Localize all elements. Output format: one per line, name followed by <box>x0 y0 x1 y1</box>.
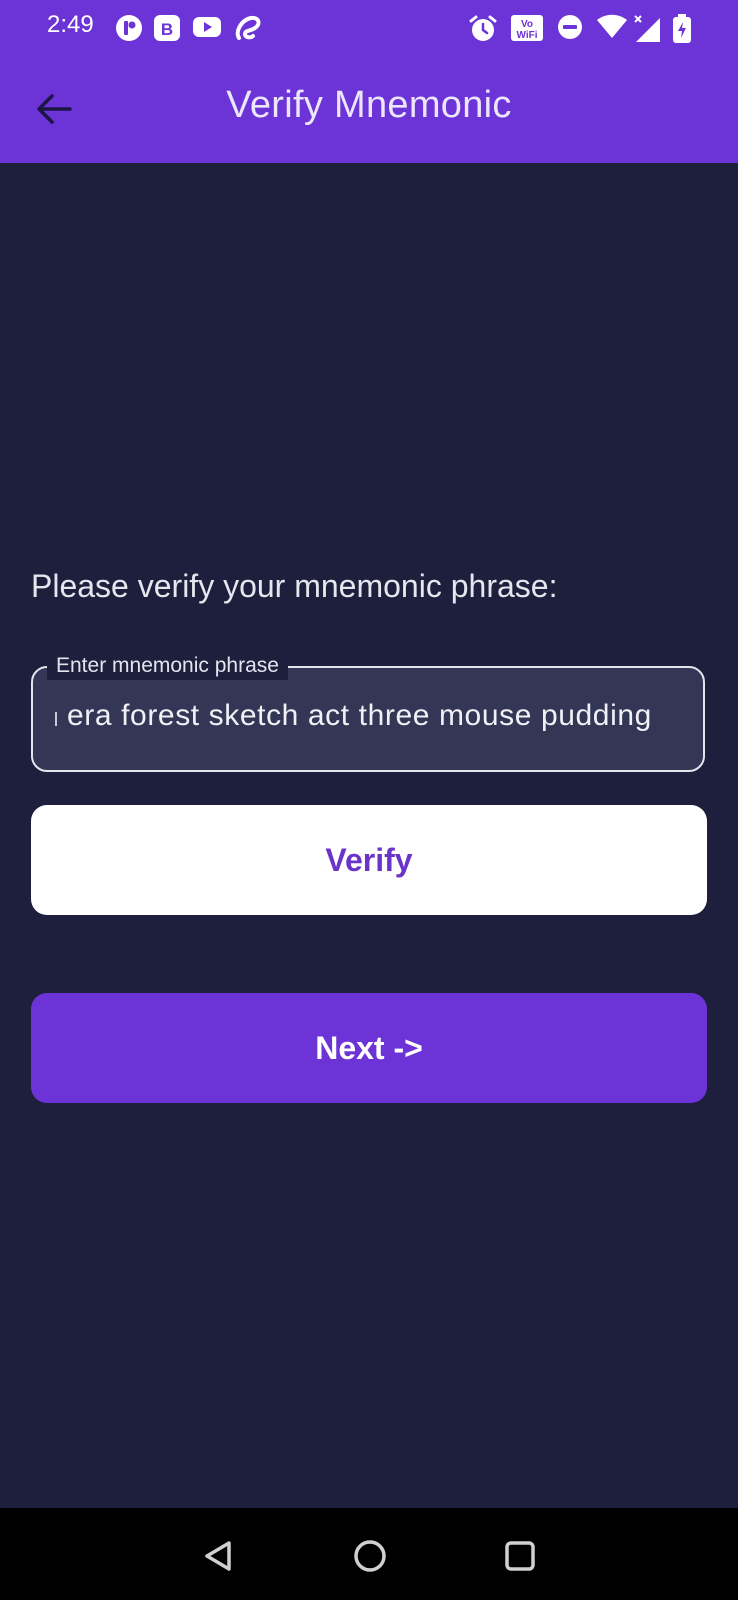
status-bar: 2:49 B Vo WiFi <box>0 0 738 56</box>
b-app-letter: B <box>161 20 173 39</box>
text-cursor <box>55 712 57 726</box>
vowifi-icon: Vo WiFi <box>510 14 544 42</box>
nav-back-icon[interactable] <box>201 1538 237 1579</box>
verify-prompt: Please verify your mnemonic phrase: <box>31 568 558 604</box>
verify-button[interactable]: Verify <box>31 805 707 915</box>
airtel-icon <box>233 14 263 44</box>
notification-app-icon <box>115 14 143 42</box>
app-bar: 2:49 B Vo WiFi Verify Mnemonic <box>0 0 738 163</box>
battery-icon <box>672 14 692 44</box>
svg-text:WiFi: WiFi <box>516 30 537 41</box>
youtube-icon <box>192 14 222 40</box>
mnemonic-input-value[interactable]: era forest sketch act three mouse puddin… <box>67 699 679 733</box>
next-button[interactable]: Next -> <box>31 993 707 1103</box>
mnemonic-input[interactable]: era forest sketch act three mouse puddin… <box>31 666 705 772</box>
nav-home-icon[interactable] <box>352 1538 388 1579</box>
wifi-icon <box>596 14 628 40</box>
mnemonic-input-label: Enter mnemonic phrase <box>47 652 288 680</box>
status-time: 2:49 <box>47 11 94 38</box>
page-title: Verify Mnemonic <box>226 84 512 126</box>
b-app-icon: B <box>153 14 181 42</box>
dnd-icon <box>557 14 583 40</box>
alarm-icon <box>468 14 498 44</box>
nav-recents-icon[interactable] <box>503 1539 537 1578</box>
svg-text:Vo: Vo <box>521 19 533 30</box>
signal-icon <box>632 14 662 44</box>
